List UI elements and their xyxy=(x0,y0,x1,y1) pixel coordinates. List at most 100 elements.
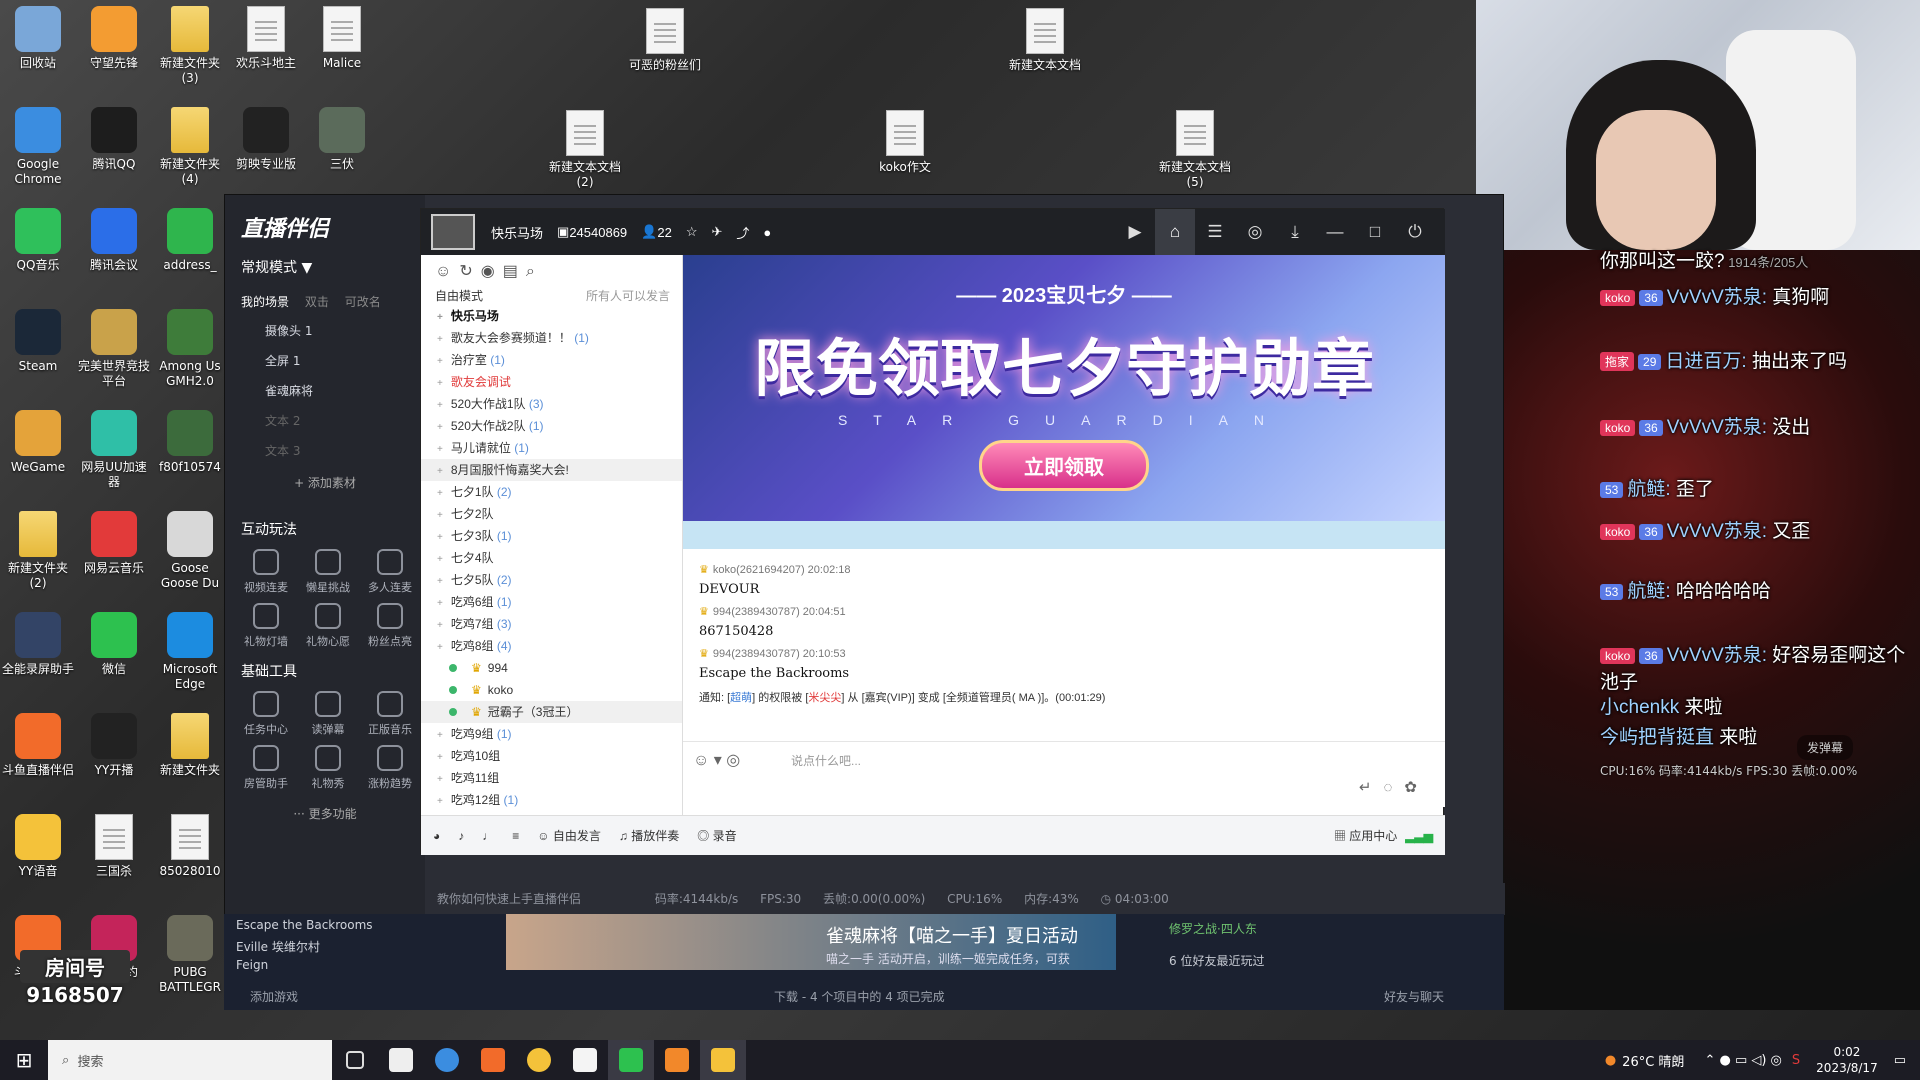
desktop-icon[interactable]: Google Chrome xyxy=(0,107,76,187)
desktop-icon[interactable]: WeGame xyxy=(0,410,76,475)
desktop-icon[interactable]: 微信 xyxy=(76,612,152,677)
expand-icon[interactable]: + xyxy=(437,532,443,543)
ime-brand-icon[interactable]: S xyxy=(1792,1053,1800,1068)
tool-gift-wall[interactable]: 礼物灯墙 xyxy=(235,603,297,649)
expand-icon[interactable]: + xyxy=(437,488,443,499)
tool-read-danmu[interactable]: 读弹幕 xyxy=(297,691,359,737)
desktop-icon[interactable]: 新建文件夹 (3) xyxy=(152,6,228,86)
message-sender[interactable]: koko(2621694207) 20:02:18 xyxy=(713,564,851,576)
home-icon[interactable]: ⌂ xyxy=(1155,209,1195,255)
desktop-icon[interactable]: Goose Goose Du xyxy=(152,511,228,591)
desktop-file[interactable]: 新建文本文档 xyxy=(990,8,1100,73)
desktop-icon[interactable]: 网易UU加速器 xyxy=(76,410,152,490)
taskbar-search[interactable]: ⌕ 搜索 xyxy=(48,1040,332,1080)
game-item[interactable]: Eville 埃维尔村 xyxy=(236,938,320,955)
desktop-file[interactable]: 新建文本文档 (2) xyxy=(530,110,640,190)
mic-icon[interactable]: ♩ xyxy=(482,829,494,843)
desktop-file[interactable]: koko作文 xyxy=(850,110,960,175)
claim-now-button[interactable]: 立即领取 xyxy=(979,440,1149,491)
mixer-icon[interactable]: ≡ xyxy=(512,829,519,843)
screen-icon[interactable]: ▶ xyxy=(1115,222,1155,242)
scene-text-2[interactable]: 文本 2 xyxy=(225,406,425,436)
channel-item[interactable]: +8月国服忏悔嘉奖大会! xyxy=(421,459,682,481)
channel-item[interactable]: + 七夕5队 (2) xyxy=(421,569,682,591)
wechat-icon[interactable] xyxy=(608,1040,654,1080)
scene-text-3[interactable]: 文本 3 xyxy=(225,436,425,466)
refresh-icon[interactable]: ↻ xyxy=(459,263,480,280)
free-speech-button[interactable]: ☺ 自由发言 xyxy=(537,827,601,844)
desktop-icon[interactable]: 三国杀 xyxy=(76,814,152,879)
tool-gift-show[interactable]: 礼物秀 xyxy=(297,745,359,791)
desktop-icon[interactable]: 回收站 xyxy=(0,6,76,71)
tool-challenge[interactable]: 懒星挑战 xyxy=(297,549,359,595)
more-functions-button[interactable]: ··· 更多功能 xyxy=(225,805,425,822)
channel-member[interactable]: ♛ 冠霸子（3冠王） xyxy=(421,701,682,723)
expand-icon[interactable]: + xyxy=(437,598,443,609)
friends-game[interactable]: 修罗之战·四人东 xyxy=(1169,920,1257,937)
gamepad-icon[interactable]: ◎ xyxy=(1235,222,1275,242)
clock[interactable]: 0:02 2023/8/17 xyxy=(1816,1044,1878,1076)
scene-camera[interactable]: 摄像头 1 xyxy=(225,316,425,346)
desktop-icon[interactable]: 完美世界竞技平台 xyxy=(76,309,152,389)
channel-item[interactable]: + 七夕3队 (1) xyxy=(421,525,682,547)
play-accompaniment-button[interactable]: ♫ 播放伴奏 xyxy=(619,827,679,844)
notepad-icon[interactable] xyxy=(562,1040,608,1080)
desktop-icon[interactable]: Microsoft Edge xyxy=(152,612,228,692)
expand-icon[interactable]: + xyxy=(437,312,443,323)
tool-fan-light[interactable]: 粉丝点亮 xyxy=(359,603,421,649)
windows-start-icon[interactable]: ⊞ xyxy=(0,1048,48,1072)
desktop-icon[interactable]: 斗鱼直播伴侣 xyxy=(0,713,76,778)
channel-item[interactable]: + 歌友大会参赛频道！！ (1) xyxy=(421,327,682,349)
send-danmu-button[interactable]: 发弹幕 xyxy=(1797,735,1854,760)
channel-item[interactable]: + 吃鸡12组 (1) xyxy=(421,789,682,811)
desktop-icon[interactable]: QQ音乐 xyxy=(0,208,76,273)
tip-link[interactable]: 教你如何快速上手直播伴侣 xyxy=(437,892,581,906)
minimize-icon[interactable]: — xyxy=(1315,222,1355,242)
expand-icon[interactable]: + xyxy=(437,422,443,433)
bubble-icon[interactable]: ◌ xyxy=(1384,779,1405,796)
desktop-icon[interactable]: 85028010 xyxy=(152,814,228,879)
add-game-button[interactable]: 添加游戏 xyxy=(250,988,298,1005)
tray-icons[interactable]: ⌃ ● ▭ ◁) ◎ xyxy=(1704,1053,1781,1068)
channel-item[interactable]: + 马儿请就位 (1) xyxy=(421,437,682,459)
mode-dropdown[interactable]: 常规模式 ▼ xyxy=(225,247,425,287)
game-item[interactable]: Feign xyxy=(236,958,268,972)
desktop-icon[interactable]: 网易云音乐 xyxy=(76,511,152,576)
tool-music[interactable]: 正版音乐 xyxy=(359,691,421,737)
flower-icon[interactable]: ✿ xyxy=(1404,779,1429,796)
search-icon[interactable]: ⌕ xyxy=(526,263,543,280)
desktop-icon[interactable]: 新建文件夹 (2) xyxy=(0,511,76,591)
desktop-icon[interactable]: 全能录屏助手 xyxy=(0,612,76,677)
weather-text[interactable]: 26°C 晴朗 xyxy=(1622,1051,1684,1070)
channel-item[interactable]: + 吃鸡11组 xyxy=(421,767,682,789)
desktop-icon[interactable]: YY开播 xyxy=(76,713,152,778)
record-button[interactable]: ◎ 录音 xyxy=(697,827,736,844)
scene-mahjong[interactable]: 雀魂麻将 xyxy=(225,376,425,406)
expand-icon[interactable]: + xyxy=(437,466,443,477)
channel-item[interactable]: + 吃鸡8组 (4) xyxy=(421,635,682,657)
expand-icon[interactable]: + xyxy=(437,642,443,653)
promo-banner[interactable]: —— 2023宝贝七夕 —— 限免领取七夕守护勋章 STAR GUARDIAN … xyxy=(683,255,1445,521)
channel-item[interactable]: + 吃鸡10组 xyxy=(421,745,682,767)
chat-input[interactable]: 说点什么吧... xyxy=(791,752,861,769)
tool-multi-link[interactable]: 多人连麦 xyxy=(359,549,421,595)
channel-item[interactable]: + 七夕1队 (2) xyxy=(421,481,682,503)
channel-member[interactable]: ♛ 994 xyxy=(421,657,682,679)
channel-member[interactable]: ♛ koko xyxy=(421,679,682,701)
power-icon[interactable]: ⏻ xyxy=(1395,222,1435,242)
enter-icon[interactable]: ↵ xyxy=(1359,779,1384,796)
desktop-icon[interactable]: 腾讯会议 xyxy=(76,208,152,273)
tool-room-admin[interactable]: 房管助手 xyxy=(235,745,297,791)
expand-icon[interactable]: + xyxy=(437,620,443,631)
expand-icon[interactable]: + xyxy=(437,730,443,741)
desktop-icon[interactable]: 腾讯QQ xyxy=(76,107,152,172)
desktop-icon[interactable]: 欢乐斗地主 xyxy=(228,6,304,71)
desktop-icon[interactable]: f80f10574 xyxy=(152,410,228,475)
download-status[interactable]: 下载 - 4 个项目中的 4 项已完成 xyxy=(774,988,945,1005)
expand-icon[interactable]: + xyxy=(437,400,443,411)
desktop-icon[interactable]: 三伏 xyxy=(304,107,380,172)
scene-fullscreen[interactable]: 全屏 1 xyxy=(225,346,425,376)
file-icon[interactable] xyxy=(378,1040,424,1080)
desktop-icon[interactable]: 新建文件夹 xyxy=(152,713,228,778)
desktop-icon[interactable]: 剪映专业版 xyxy=(228,107,304,172)
